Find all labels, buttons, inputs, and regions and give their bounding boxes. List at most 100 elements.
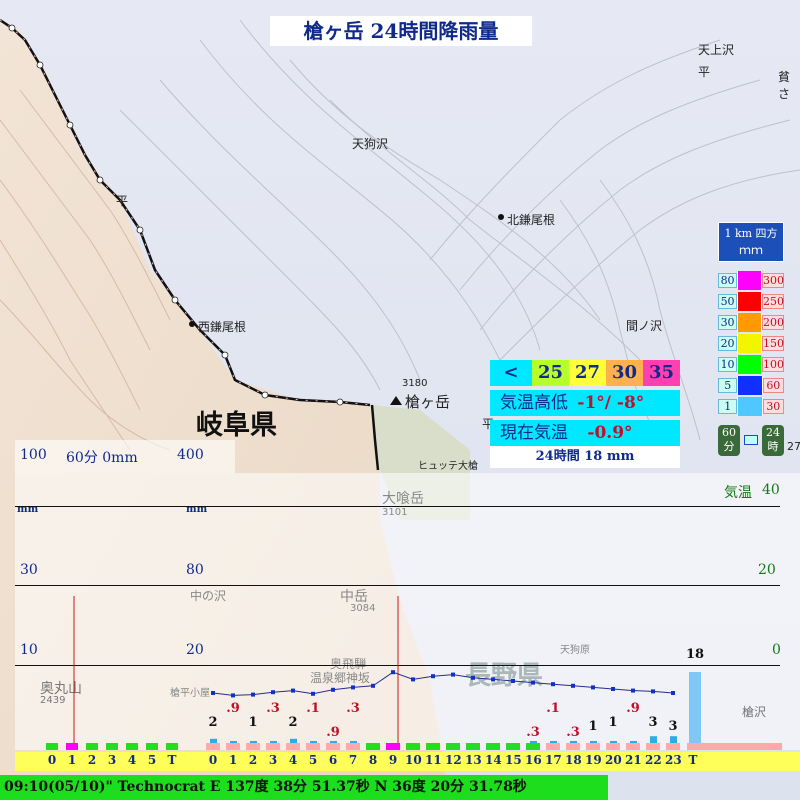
time-tick-24h: 1 — [228, 753, 238, 767]
time-marker-24h — [486, 743, 500, 750]
time-tick-24h: 12 — [445, 753, 462, 767]
time-tick-24h: 8 — [368, 753, 378, 767]
scale-value-60min: 20 — [718, 336, 738, 351]
time-tick-24h: 20 — [605, 753, 622, 767]
time-tick-24h: 3 — [268, 753, 278, 767]
legend-step-30: 30 — [606, 360, 643, 386]
scale-color-swatch — [737, 376, 763, 395]
rain-value-label: 1 — [248, 715, 257, 730]
scale-color-swatch — [737, 292, 762, 311]
rain-value-label: 3 — [668, 719, 677, 734]
time-marker-24h — [246, 743, 260, 750]
temperature-point — [391, 670, 395, 675]
current-temp-value: -0.9° — [587, 423, 633, 443]
time-marker-24h — [446, 743, 460, 750]
time-tick-24h: 11 — [425, 753, 442, 767]
temp-minmax-box: 気温高低 -1°/ -8° — [490, 390, 680, 416]
time-tick-24h: 18 — [565, 753, 582, 767]
scale-footer-24h: 24時 — [762, 425, 784, 456]
temperature-point — [491, 677, 495, 682]
time-marker-24h — [606, 743, 620, 750]
time-marker-24h — [586, 743, 600, 750]
current-temp-label: 現在気温 — [500, 423, 568, 443]
temperature-point — [511, 679, 515, 683]
rain-temperature-chart: 2.91.32.1.9.3.3.1.3 1 1.93 318 — [73, 596, 704, 744]
time-marker-60min — [166, 743, 178, 750]
legend-steps: 25 27 30 35 — [532, 360, 680, 386]
time-tick-24h: 6 — [328, 753, 338, 767]
scale-value-60min: 1 — [718, 399, 738, 414]
temperature-point — [371, 683, 375, 688]
rain-value-label: .3 — [566, 725, 580, 740]
scale-row: 80 300 — [718, 270, 784, 291]
time-tick-24h: 23 — [665, 753, 682, 767]
rain-value-label: .9 — [226, 701, 240, 716]
temperature-point — [431, 674, 435, 679]
time-tick-24h: 9 — [388, 753, 398, 767]
scale-value-24h: 30 — [762, 399, 784, 414]
scale-row: 10 100 — [718, 354, 784, 375]
rain-value-label: .3 — [346, 701, 360, 716]
temperature-line — [212, 671, 674, 696]
time-tick-24h: 14 — [485, 753, 502, 767]
legend-step-25: 25 — [532, 360, 569, 386]
time-marker-60min — [46, 743, 58, 750]
scale-color-swatch — [737, 313, 762, 332]
time-marker-24h — [406, 743, 420, 750]
temperature-point — [631, 688, 635, 693]
time-tick-24h: 22 — [645, 753, 662, 767]
time-marker-24h — [526, 743, 540, 750]
scale-value-24h: 300 — [762, 273, 784, 288]
scale-color-swatch — [737, 334, 762, 353]
scale-header-area: 1 km 四方 — [724, 227, 778, 240]
time-marker-24h — [466, 743, 480, 750]
scale-value-60min: 10 — [718, 357, 738, 372]
time-marker-24h — [226, 743, 240, 750]
temperature-color-legend: < 25 27 30 35 — [490, 360, 680, 386]
rain-value-label: 2 — [208, 715, 217, 730]
scale-value-24h: 100 — [762, 357, 784, 372]
legend-step-27: 27 — [569, 360, 606, 386]
time-marker-24h — [546, 743, 560, 750]
temperature-point — [451, 672, 455, 677]
time-tick-24h: 5 — [308, 753, 318, 767]
temperature-point — [611, 687, 615, 691]
temperature-point — [571, 683, 575, 688]
scale-value-24h: 200 — [762, 315, 784, 330]
time-marker-60min — [66, 743, 78, 750]
rain-total-bar — [689, 672, 701, 744]
rain-value-label: 2 — [288, 715, 297, 730]
time-marker-24h — [687, 743, 782, 750]
time-marker-60min — [146, 743, 158, 750]
time-tick-24h: 19 — [585, 753, 602, 767]
time-tick-24h: 15 — [505, 753, 522, 767]
time-axis-24h: 0 1 2 3 4 5 6 7 8 9 10 11 12 13 14 15 16 17 18 19 20 21 22 23 T — [0, 743, 800, 771]
rain-value-label: .1 — [306, 701, 320, 716]
time-tick-24h: 0 — [208, 753, 218, 767]
time-tick-24h: 4 — [288, 753, 298, 767]
temperature-point — [251, 692, 255, 697]
time-tick-24h: 7 — [348, 753, 358, 767]
scale-value-24h: 250 — [762, 294, 784, 309]
time-tick-24h: T — [688, 753, 698, 767]
toggle-icon[interactable] — [744, 435, 758, 445]
edge-label: 27 — [787, 440, 800, 453]
time-tick-24h: 21 — [625, 753, 642, 767]
status-bar-text: 09:10(05/10)" Technocrat E 137度 38分 51.3… — [4, 779, 527, 795]
scale-value-60min: 80 — [718, 273, 738, 288]
scale-footer-60min: 60分 — [718, 425, 740, 456]
rain-scale-panel: 1 km 四方 ｍｍ 80 300 50 250 30 200 20 150 10 100 5 60 1… — [718, 222, 784, 470]
time-marker-60min — [86, 743, 98, 750]
temperature-point — [651, 689, 655, 694]
legend-step-35: 35 — [643, 360, 680, 386]
scale-row: 20 150 — [718, 333, 784, 354]
rain-value-label: 1 — [588, 719, 597, 734]
scale-value-24h: 150 — [762, 336, 784, 351]
temperature-point — [331, 687, 335, 692]
time-tick-24h: 16 — [525, 753, 542, 767]
temp-minmax-value: -1°/ -8° — [577, 393, 645, 413]
time-tick-24h: 17 — [545, 753, 562, 767]
time-tick-24h: 13 — [465, 753, 482, 767]
scale-value-60min: 50 — [718, 294, 738, 309]
time-marker-24h — [666, 743, 680, 750]
